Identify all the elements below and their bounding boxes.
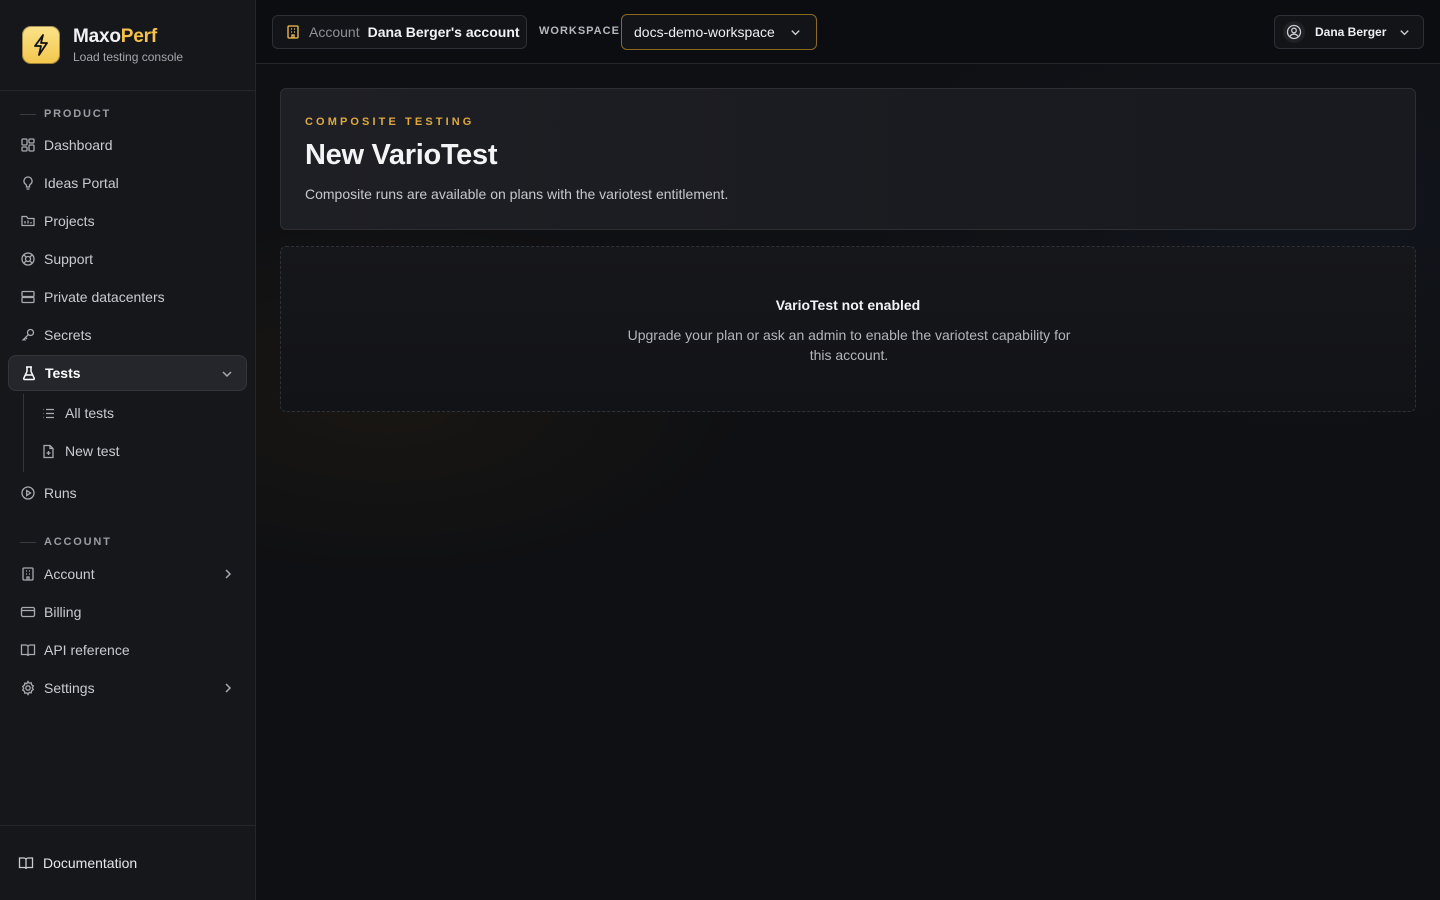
sidebar-item-label: Projects (44, 213, 95, 229)
topbar: Account Dana Berger's account WORKSPACE … (256, 0, 1440, 64)
workspace-value: docs-demo-workspace (634, 24, 775, 40)
empty-state-card: VarioTest not enabled Upgrade your plan … (280, 246, 1416, 412)
bolt-icon (22, 26, 60, 64)
documentation-link[interactable]: Documentation (0, 825, 255, 900)
sidebar-item-private-datacenters[interactable]: Private datacenters (8, 279, 247, 315)
lifebuoy-icon (20, 251, 36, 267)
submenu-rail (23, 394, 24, 472)
sidebar-item-label: Account (44, 566, 95, 582)
sidebar-item-label: Ideas Portal (44, 175, 119, 191)
sidebar-item-ideas-portal[interactable]: Ideas Portal (8, 165, 247, 201)
workspace-label: WORKSPACE (539, 25, 620, 37)
empty-state-title: VarioTest not enabled (775, 297, 921, 313)
sidebar-item-runs[interactable]: Runs (8, 475, 247, 511)
workspace-select[interactable]: docs-demo-workspace (621, 14, 817, 50)
sidebar-item-label: Runs (44, 485, 77, 501)
brand[interactable]: MaxoPerf Load testing console (0, 0, 255, 91)
page-eyebrow: COMPOSITE TESTING (305, 116, 475, 128)
sidebar-item-account[interactable]: Account (8, 556, 247, 592)
gear-icon (20, 680, 36, 696)
user-avatar-icon (1283, 21, 1305, 43)
sidebar-item-label: Tests (45, 365, 81, 381)
sidebar-subitem-new-test[interactable]: New test (30, 433, 247, 469)
lightbulb-icon (20, 175, 36, 191)
sidebar-item-billing[interactable]: Billing (8, 594, 247, 630)
sidebar-item-secrets[interactable]: Secrets (8, 317, 247, 353)
sidebar-item-dashboard[interactable]: Dashboard (8, 127, 247, 163)
file-plus-icon (41, 444, 56, 459)
building-icon (20, 566, 36, 582)
key-icon (20, 327, 36, 343)
sidebar-subitem-all-tests[interactable]: All tests (30, 395, 247, 431)
sidebar-subitem-label: New test (65, 443, 120, 459)
chevron-down-icon (220, 367, 234, 381)
documentation-label: Documentation (43, 855, 138, 871)
empty-state-description: Upgrade your plan or ask an admin to ena… (627, 327, 1071, 363)
sidebar-item-label: Support (44, 251, 94, 267)
user-menu-button[interactable]: Dana Berger (1274, 15, 1424, 49)
sidebar: MaxoPerf Load testing console PRODUCT Da… (0, 0, 256, 900)
sidebar-item-api-reference[interactable]: API reference (8, 632, 247, 668)
sidebar-subitem-label: All tests (65, 405, 115, 421)
brand-name: MaxoPerf (73, 26, 157, 47)
sidebar-item-label: Settings (44, 680, 95, 696)
sidebar-item-label: Secrets (44, 327, 92, 343)
book-icon (20, 642, 36, 658)
main-content: COMPOSITE TESTING New VarioTest Composit… (256, 64, 1440, 900)
account-switcher[interactable]: Account Dana Berger's account (272, 15, 527, 49)
section-heading-product: PRODUCT (20, 108, 111, 120)
server-icon (20, 289, 36, 305)
folder-icon (20, 213, 36, 229)
account-name: Dana Berger's account (367, 24, 520, 40)
sidebar-item-projects[interactable]: Projects (8, 203, 247, 239)
flask-icon (21, 365, 37, 381)
grid-icon (20, 137, 36, 153)
section-heading-account: ACCOUNT (20, 536, 112, 548)
sidebar-item-label: API reference (44, 642, 130, 658)
chevron-down-icon (789, 26, 802, 39)
sidebar-item-label: Billing (44, 604, 82, 620)
book-open-icon (18, 855, 34, 871)
page-title: New VarioTest (305, 139, 498, 171)
chevron-right-icon (221, 567, 235, 581)
sidebar-item-support[interactable]: Support (8, 241, 247, 277)
user-name: Dana Berger (1315, 25, 1387, 39)
brand-subtitle: Load testing console (73, 50, 184, 64)
credit-card-icon (20, 604, 36, 620)
sidebar-item-settings[interactable]: Settings (8, 670, 247, 706)
sidebar-item-label: Private datacenters (44, 289, 165, 305)
chevron-down-icon (1398, 26, 1411, 39)
sidebar-item-label: Dashboard (44, 137, 113, 153)
account-label: Account (309, 24, 360, 40)
building-icon (285, 24, 301, 40)
page-header-card: COMPOSITE TESTING New VarioTest Composit… (280, 88, 1416, 230)
page-description: Composite runs are available on plans wi… (305, 186, 729, 202)
list-icon (41, 406, 56, 421)
play-circle-icon (20, 485, 36, 501)
chevron-right-icon (221, 681, 235, 695)
sidebar-item-tests[interactable]: Tests (8, 355, 247, 391)
